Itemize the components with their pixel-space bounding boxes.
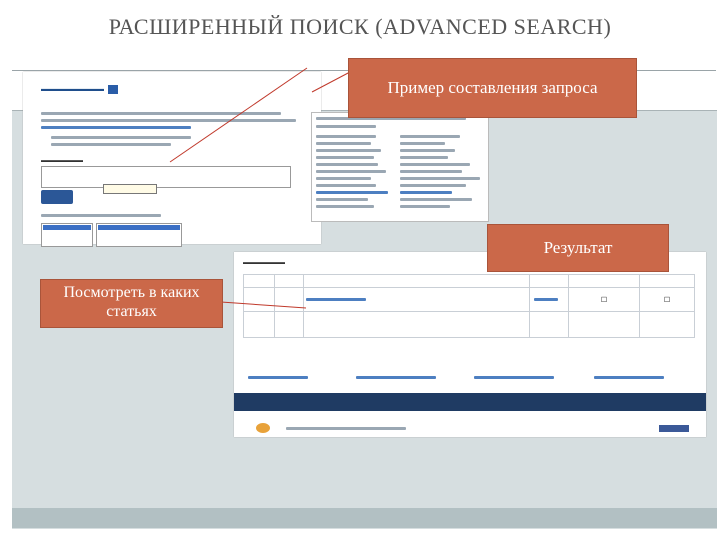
query-example-callout: Пример составления запроса xyxy=(348,58,637,118)
see-articles-callout: Посмотреть в каких статьях xyxy=(40,279,223,328)
result-callout: Результат xyxy=(487,224,669,272)
